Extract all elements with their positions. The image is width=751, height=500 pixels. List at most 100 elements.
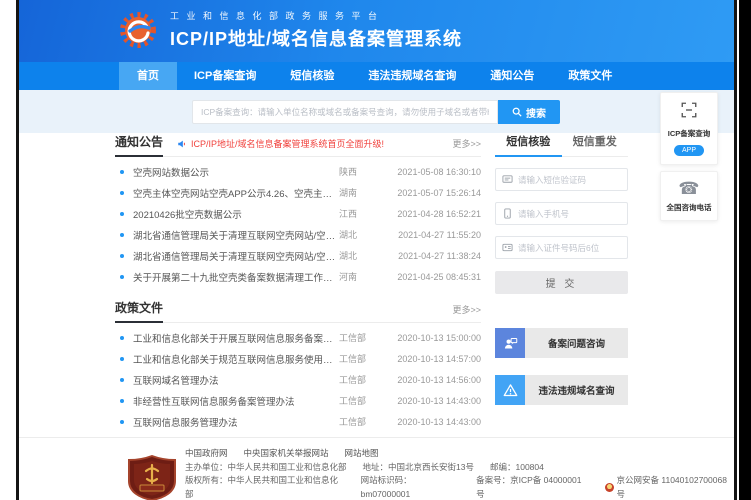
- footer-organizer: 主办单位：中华人民共和国工业和信息化部: [185, 461, 347, 472]
- notice-region: 湖南: [339, 188, 358, 198]
- footer-link-gov[interactable]: 中国政府网: [185, 447, 228, 461]
- platform-title: 工业和信息化部政务服务平台: [170, 11, 385, 21]
- notice-row[interactable]: 关于开展第二十九批空壳类备案数据清理工作的通知 河南 2021-04-25 08…: [115, 266, 481, 287]
- app-badge: APP: [673, 145, 704, 156]
- nav-item-illegal-domain[interactable]: 违法违规域名查询: [351, 62, 473, 90]
- illegal-domain-quick-link[interactable]: 违法违规域名查询: [495, 375, 628, 405]
- nav-item-icp-query[interactable]: ICP备案查询: [177, 62, 273, 90]
- notices-title: 通知公告: [115, 133, 164, 157]
- bullet-icon: [120, 232, 124, 237]
- search-input[interactable]: [192, 100, 498, 124]
- illegal-domain-quick-link-label: 违法违规域名查询: [525, 375, 628, 405]
- notice-row[interactable]: 空壳网站数据公示 陕西 2021-05-08 16:30:10: [115, 161, 481, 182]
- site-title: ICP/IP地址/域名信息备案管理系统: [170, 29, 463, 49]
- phone-field-wrap: [495, 202, 628, 225]
- policy-title: 互联网域名管理办法: [133, 375, 219, 387]
- policy-title: 非经营性互联网信息服务备案管理办法: [133, 396, 295, 408]
- notice-row[interactable]: 湖北省通信管理局关于清理互联网空壳网站/空壳主体的公示 湖北 2021-04-2…: [115, 245, 481, 266]
- bullet-icon: [120, 335, 124, 340]
- icp-app-widget[interactable]: ICP备案查询 APP: [660, 92, 718, 165]
- notice-region: 湖北: [339, 230, 358, 240]
- sms-panel: 短信核验 短信重发 提: [495, 133, 628, 405]
- notice-region: 河南: [339, 272, 358, 282]
- footer-police-item[interactable]: 京公网安备 11040102700068号: [604, 474, 734, 500]
- policy-title: 互联网信息服务管理办法: [133, 417, 238, 429]
- footer-organizer-line: 主办单位：中华人民共和国工业和信息化部 地址：中国北京西长安街13号 邮编：10…: [185, 461, 734, 475]
- policy-source: 工信部: [339, 396, 367, 406]
- phone-input[interactable]: [518, 208, 621, 219]
- policy-row[interactable]: 工业和信息化部关于规范互联网信息服务使用域名的通知 工信部 2020-10-13…: [115, 348, 481, 369]
- policy-time: 2020-10-13 14:56:00: [397, 374, 481, 385]
- notice-title: 湖北省通信管理局关于清理互联网空壳网站/空壳主体的公示: [133, 251, 339, 263]
- bullet-icon: [120, 398, 124, 403]
- notice-marquee-text: ICP/IP地址/域名信息备案管理系统首页全面升级!: [191, 139, 385, 149]
- notice-marquee[interactable]: ICP/IP地址/域名信息备案管理系统首页全面升级!: [177, 137, 384, 156]
- bullet-icon: [120, 169, 124, 174]
- gov-shield-logo: [128, 455, 176, 500]
- bullet-icon: [120, 419, 124, 424]
- policy-time: 2020-10-13 15:00:00: [397, 332, 481, 343]
- person-chat-icon: [504, 337, 517, 348]
- mobile-phone-icon: [504, 208, 511, 219]
- notice-title: 关于开展第二十九批空壳类备案数据清理工作的通知: [133, 272, 339, 284]
- consult-quick-link-label: 备案问题咨询: [525, 328, 628, 358]
- main-nav: 首页 ICP备案查询 短信核验 违法违规域名查询 通知公告 政策文件: [19, 62, 734, 90]
- notice-time: 2021-05-08 16:30:10: [397, 166, 481, 177]
- sms-code-field-wrap: [495, 168, 628, 191]
- notice-region: 陕西: [339, 167, 358, 177]
- footer-link-report[interactable]: 中央国家机关举报网站: [244, 447, 329, 461]
- notices-more-link[interactable]: 更多>>: [452, 137, 481, 156]
- search-icon: [512, 107, 522, 117]
- window-edge-right: [734, 0, 737, 500]
- speaker-icon: [178, 140, 185, 147]
- id-card-icon: [502, 243, 513, 252]
- policy-title: 工业和信息化部关于开展互联网信息服务备案用户真实身份信息电: [133, 333, 339, 345]
- notice-region: 湖北: [339, 251, 358, 261]
- policy-row[interactable]: 非经营性互联网信息服务备案管理办法 工信部 2020-10-13 14:43:0…: [115, 390, 481, 411]
- warning-triangle-icon: [503, 383, 517, 396]
- hotline-widget[interactable]: ☎ 全国咨询电话: [660, 171, 718, 221]
- policy-row[interactable]: 互联网域名管理办法 工信部 2020-10-13 14:56:00: [115, 369, 481, 390]
- notice-row[interactable]: 20210426批空壳数据公示 江西 2021-04-28 16:52:21: [115, 203, 481, 224]
- footer-links: 中国政府网 中央国家机关举报网站 网站地图: [185, 447, 734, 461]
- tab-sms-verify[interactable]: 短信核验: [495, 133, 562, 157]
- submit-button[interactable]: 提 交: [495, 271, 628, 294]
- policy-source: 工信部: [339, 354, 367, 364]
- notice-title: 空壳主体空壳网站空壳APP公示4.26、空壳主体空壳网站空壳: [133, 188, 339, 200]
- footer-copyright: 版权所有：中华人民共和国工业和信息化部: [185, 475, 339, 499]
- content-left-column: 通知公告 ICP/IP地址/域名信息备案管理系统首页全面升级! 更多>> 空壳网…: [115, 133, 481, 432]
- search-button[interactable]: 搜索: [498, 100, 560, 124]
- consult-quick-link[interactable]: 备案问题咨询: [495, 328, 628, 358]
- bullet-icon: [120, 253, 124, 258]
- bullet-icon: [120, 356, 124, 361]
- policy-source: 工信部: [339, 375, 367, 385]
- notices-header: 通知公告 ICP/IP地址/域名信息备案管理系统首页全面升级! 更多>>: [115, 133, 481, 157]
- footer-icp-number[interactable]: 备案号：京ICP备 04000001号: [476, 474, 589, 500]
- footer-link-sitemap[interactable]: 网站地图: [345, 447, 379, 461]
- page: 工业和信息化部政务服务平台 ICP/IP地址/域名信息备案管理系统 首页 ICP…: [19, 0, 734, 500]
- nav-item-sms-verify[interactable]: 短信核验: [273, 62, 351, 90]
- search-button-label: 搜索: [526, 108, 546, 120]
- nav-item-home[interactable]: 首页: [119, 62, 177, 90]
- notice-title: 湖北省通信管理局关于清理互联网空壳网站/空壳主体的公示: [133, 230, 339, 242]
- policy-row[interactable]: 工业和信息化部关于开展互联网信息服务备案用户真实身份信息电 工信部 2020-1…: [115, 327, 481, 348]
- notice-row[interactable]: 空壳主体空壳网站空壳APP公示4.26、空壳主体空壳网站空壳 湖南 2021-0…: [115, 182, 481, 203]
- id-number-input[interactable]: [518, 242, 621, 253]
- id-field-wrap: [495, 236, 628, 259]
- notice-title: 20210426批空壳数据公示: [133, 209, 242, 221]
- policies-more-link[interactable]: 更多>>: [452, 303, 481, 322]
- nav-item-policies[interactable]: 政策文件: [551, 62, 629, 90]
- notice-title: 空壳网站数据公示: [133, 167, 210, 179]
- notice-region: 江西: [339, 209, 358, 219]
- icp-app-widget-label: ICP备案查询: [667, 129, 711, 138]
- tab-sms-resend[interactable]: 短信重发: [562, 133, 629, 156]
- window-black-strip: [739, 0, 751, 500]
- policy-source: 工信部: [339, 333, 367, 343]
- policy-row[interactable]: 互联网信息服务管理办法 工信部 2020-10-13 14:43:00: [115, 411, 481, 432]
- nav-item-notices[interactable]: 通知公告: [473, 62, 551, 90]
- notice-time: 2021-04-27 11:38:24: [398, 250, 481, 261]
- footer-copyright-line: 版权所有：中华人民共和国工业和信息化部 网站标识码：bm07000001 备案号…: [185, 474, 734, 500]
- policies-header: 政策文件 更多>>: [115, 299, 481, 323]
- sms-code-input[interactable]: [518, 174, 621, 185]
- notice-row[interactable]: 湖北省通信管理局关于清理互联网空壳网站/空壳主体的公示 湖北 2021-04-2…: [115, 224, 481, 245]
